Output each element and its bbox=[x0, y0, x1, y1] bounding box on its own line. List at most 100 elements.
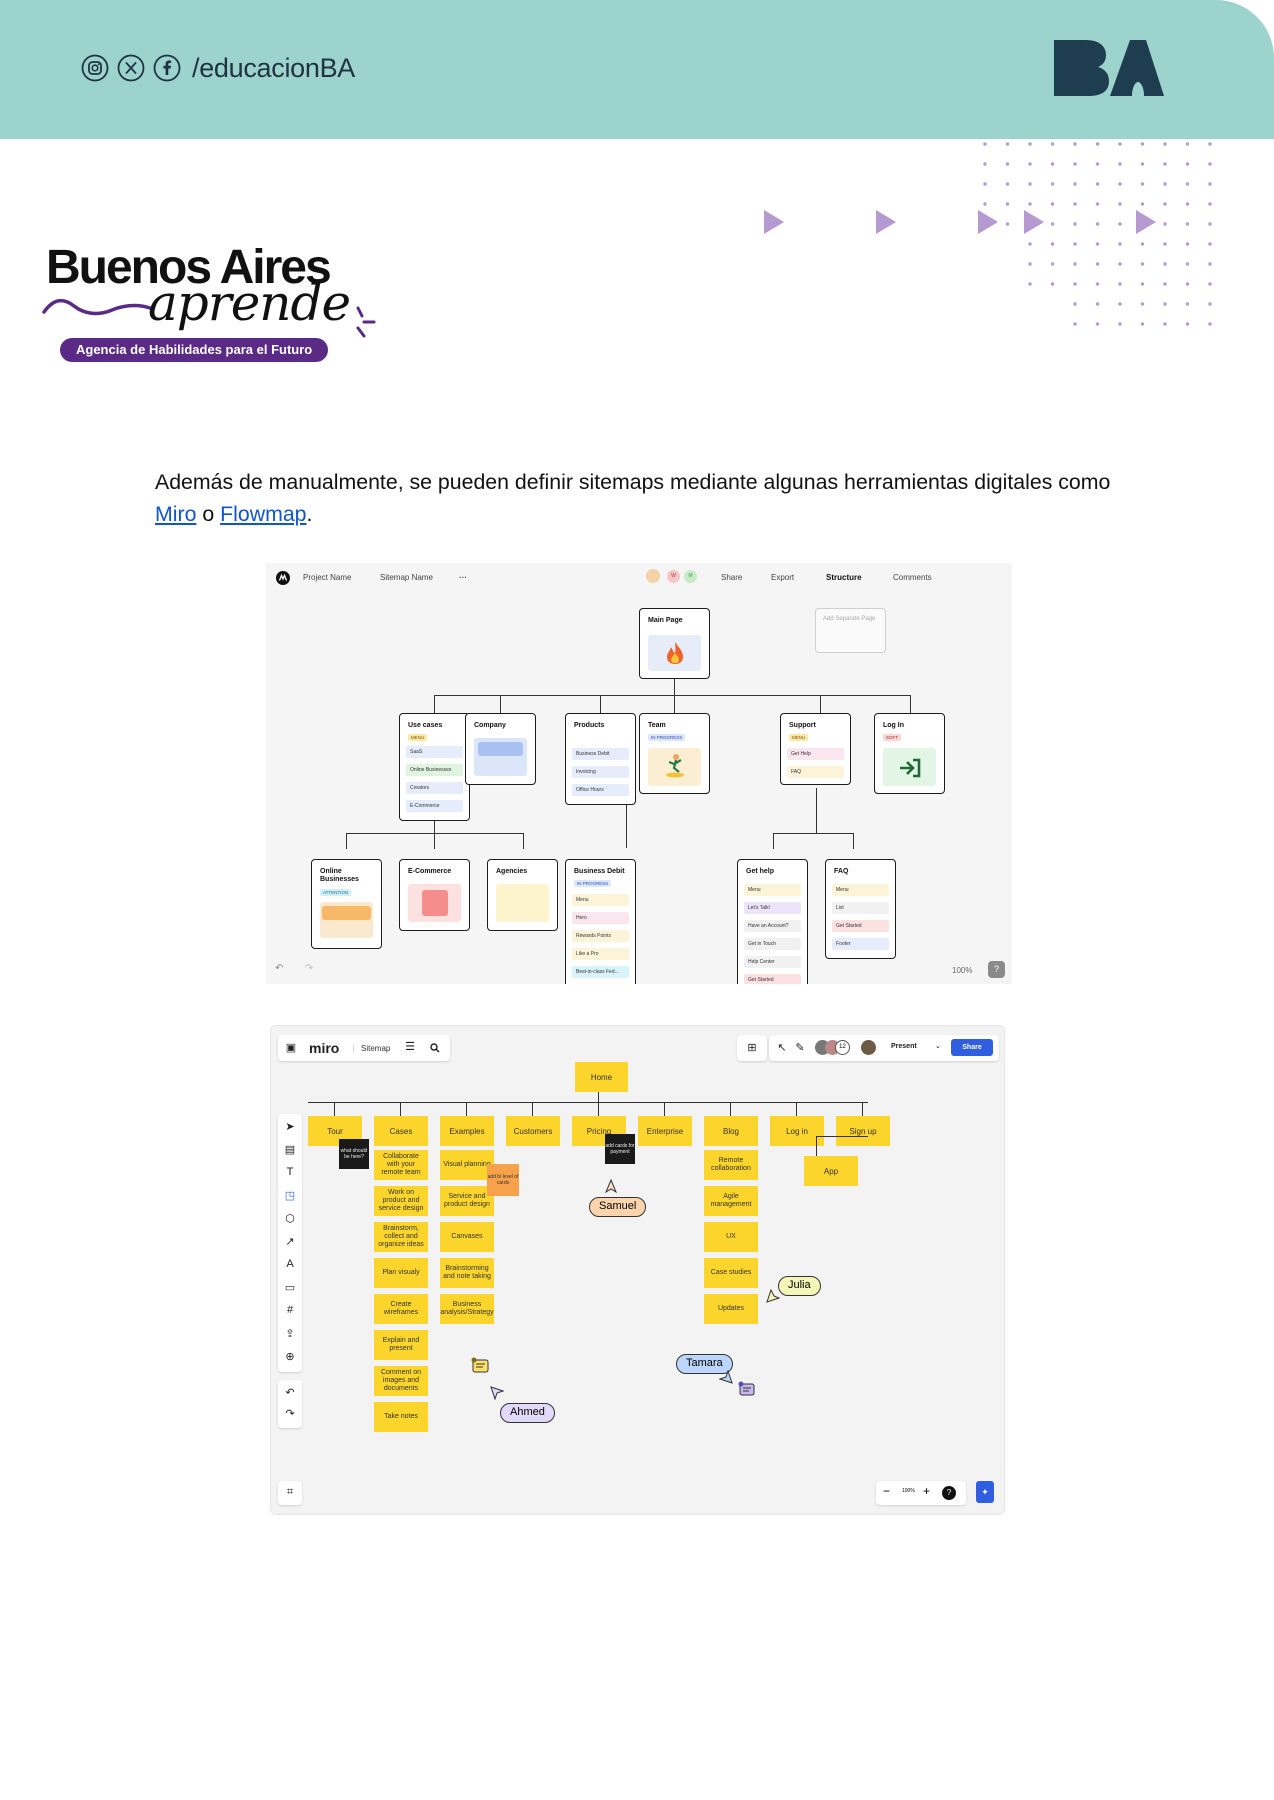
sticky-note[interactable]: Explain and present bbox=[374, 1330, 428, 1360]
redo-icon[interactable]: ↷ bbox=[283, 1407, 297, 1420]
support-card[interactable]: Support MENU Get Help FAQ bbox=[780, 713, 851, 785]
sticky-note[interactable]: Create wireframes bbox=[374, 1294, 428, 1324]
search-icon[interactable] bbox=[430, 1043, 440, 1053]
faq-card[interactable]: FAQ Menu List Get Started Footer bbox=[825, 859, 896, 959]
cursor-icon[interactable]: ↖ bbox=[775, 1041, 789, 1054]
sticky-note[interactable]: Visual planning bbox=[440, 1150, 494, 1180]
sticky-home[interactable]: Home bbox=[575, 1062, 628, 1092]
sticky-note[interactable]: Take notes bbox=[374, 1402, 428, 1432]
sticky-note[interactable]: Brainstorming and note taking bbox=[440, 1258, 494, 1288]
pen-tool-icon[interactable]: A bbox=[283, 1258, 297, 1270]
sticky-note[interactable]: Collaborate with your remote team bbox=[374, 1150, 428, 1180]
zoom-level[interactable]: 100% bbox=[952, 966, 972, 975]
frames-button[interactable]: ⌗ bbox=[278, 1481, 302, 1505]
sticky-note[interactable]: Comment on images and documents bbox=[374, 1366, 428, 1396]
reaction-icon[interactable]: ✎ bbox=[793, 1041, 807, 1054]
project-name[interactable]: Project Name bbox=[303, 573, 351, 582]
decor-dot bbox=[1118, 222, 1122, 226]
sticky-note[interactable]: Brainstorm, collect and organize ideas bbox=[374, 1222, 428, 1252]
text-tool-icon[interactable]: T bbox=[283, 1166, 297, 1178]
decor-dot bbox=[1140, 242, 1145, 246]
log-in-card[interactable]: Log In SOFT bbox=[874, 713, 945, 794]
apps-button[interactable]: ⊞ bbox=[737, 1035, 767, 1061]
board-name[interactable]: Sitemap bbox=[353, 1044, 390, 1053]
redo-icon[interactable]: ↷ bbox=[305, 963, 313, 974]
share-button[interactable]: Share bbox=[721, 573, 742, 582]
comment-note[interactable]: what should be here? bbox=[339, 1139, 369, 1169]
comment-tool-icon[interactable]: ▭ bbox=[283, 1281, 297, 1294]
frame-tool-icon[interactable]: # bbox=[283, 1304, 297, 1316]
upload-tool-icon[interactable]: ⇪ bbox=[283, 1327, 297, 1340]
sticky-column-head[interactable]: Sign up bbox=[836, 1116, 890, 1146]
add-separate-page[interactable]: Add Separate Page bbox=[815, 608, 886, 653]
miro-collab-toolbar: ↖ ✎ 12 Present ⌄ Share bbox=[769, 1035, 999, 1061]
sticky-column-head[interactable]: Enterprise bbox=[638, 1116, 692, 1146]
sticky-tool-icon[interactable]: ◳ bbox=[283, 1189, 297, 1202]
business-debit-card[interactable]: Business Debit IN PROGRESS Menu Hero Rew… bbox=[565, 859, 636, 984]
decor-dot bbox=[1185, 322, 1190, 326]
sticky-note[interactable]: Case studies bbox=[704, 1258, 758, 1288]
more-menu[interactable]: ··· bbox=[459, 573, 467, 582]
card-row: Let's Talk! bbox=[744, 902, 801, 914]
use-cases-card[interactable]: Use cases MENU SaaS Online Businesses Cr… bbox=[399, 713, 470, 821]
sticky-app[interactable]: App bbox=[804, 1156, 858, 1186]
export-button[interactable]: Export bbox=[771, 573, 794, 582]
sticky-note[interactable]: Plan visualy bbox=[374, 1258, 428, 1288]
more-tools-icon[interactable]: ⊕ bbox=[283, 1350, 297, 1363]
sticky-column-head[interactable]: Cases bbox=[374, 1116, 428, 1146]
undo-icon[interactable]: ↶ bbox=[283, 1386, 297, 1399]
x-icon[interactable] bbox=[116, 53, 146, 83]
sticky-column-head[interactable]: Blog bbox=[704, 1116, 758, 1146]
sticky-column-head[interactable]: Customers bbox=[506, 1116, 560, 1146]
help-button[interactable]: ? bbox=[988, 961, 1005, 978]
assistant-button[interactable]: ✦ bbox=[976, 1481, 994, 1503]
avatar-count[interactable]: 12 bbox=[835, 1040, 850, 1055]
select-tool-icon[interactable]: ➤ bbox=[283, 1120, 297, 1133]
zoom-in-icon[interactable]: + bbox=[923, 1484, 930, 1498]
tree-connector bbox=[598, 1102, 599, 1116]
help-icon[interactable]: ? bbox=[942, 1486, 956, 1500]
sitemap-name[interactable]: Sitemap Name bbox=[380, 573, 433, 582]
chevron-down-icon[interactable]: ⌄ bbox=[935, 1042, 941, 1050]
facebook-icon[interactable] bbox=[152, 53, 182, 83]
menu-icon[interactable]: ☰ bbox=[403, 1040, 417, 1053]
social-handle[interactable]: /educacionBA bbox=[192, 53, 355, 84]
shape-tool-icon[interactable]: ⬡ bbox=[283, 1212, 297, 1225]
sticky-note[interactable]: UX bbox=[704, 1222, 758, 1252]
card-title: Use cases bbox=[408, 722, 443, 729]
zoom-out-icon[interactable]: − bbox=[883, 1484, 890, 1498]
miro-link[interactable]: Miro bbox=[155, 502, 196, 526]
sticky-note[interactable]: Agile management bbox=[704, 1186, 758, 1216]
board-menu-icon[interactable]: ▣ bbox=[284, 1041, 298, 1054]
tree-connector bbox=[466, 1102, 467, 1116]
agencies-card[interactable]: Agencies bbox=[487, 859, 558, 931]
instagram-icon[interactable] bbox=[80, 53, 110, 83]
structure-button[interactable]: Structure bbox=[826, 573, 862, 582]
company-card[interactable]: Company bbox=[465, 713, 536, 785]
sticky-note[interactable]: Work on product and service design bbox=[374, 1186, 428, 1216]
sticky-note[interactable]: Service and product design bbox=[440, 1186, 494, 1216]
user-avatar[interactable] bbox=[861, 1040, 876, 1055]
sticky-note[interactable]: Canvases bbox=[440, 1222, 494, 1252]
sticky-note[interactable]: Remote collaboration bbox=[704, 1150, 758, 1180]
comments-button[interactable]: Comments bbox=[893, 573, 932, 582]
decor-dot bbox=[1140, 142, 1145, 146]
online-businesses-card[interactable]: Online Businesses ATTENTION bbox=[311, 859, 382, 949]
get-help-card[interactable]: Get help Menu Let's Talk! Have an Accoun… bbox=[737, 859, 808, 984]
flowmap-link[interactable]: Flowmap bbox=[220, 502, 306, 526]
sticky-note[interactable]: Business analysis/Strategy bbox=[440, 1294, 494, 1324]
sticky-note[interactable]: Updates bbox=[704, 1294, 758, 1324]
team-card[interactable]: Team IN PROGRESS bbox=[639, 713, 710, 794]
template-tool-icon[interactable]: ▤ bbox=[283, 1143, 297, 1156]
comment-note[interactable]: add cards for payment bbox=[605, 1134, 635, 1164]
present-button[interactable]: Present bbox=[891, 1043, 917, 1050]
main-page-card[interactable]: Main Page bbox=[639, 608, 710, 679]
e-commerce-card[interactable]: E-Commerce bbox=[399, 859, 470, 931]
undo-icon[interactable]: ↶ bbox=[275, 963, 283, 974]
line-tool-icon[interactable]: ↗ bbox=[283, 1235, 297, 1248]
flowmap-logo-icon bbox=[276, 571, 290, 585]
products-card[interactable]: Products Business Debit Invoicing Office… bbox=[565, 713, 636, 805]
orange-note[interactable]: add bi level of cards bbox=[487, 1164, 519, 1196]
share-button[interactable]: Share bbox=[951, 1039, 993, 1056]
sticky-column-head[interactable]: Examples bbox=[440, 1116, 494, 1146]
